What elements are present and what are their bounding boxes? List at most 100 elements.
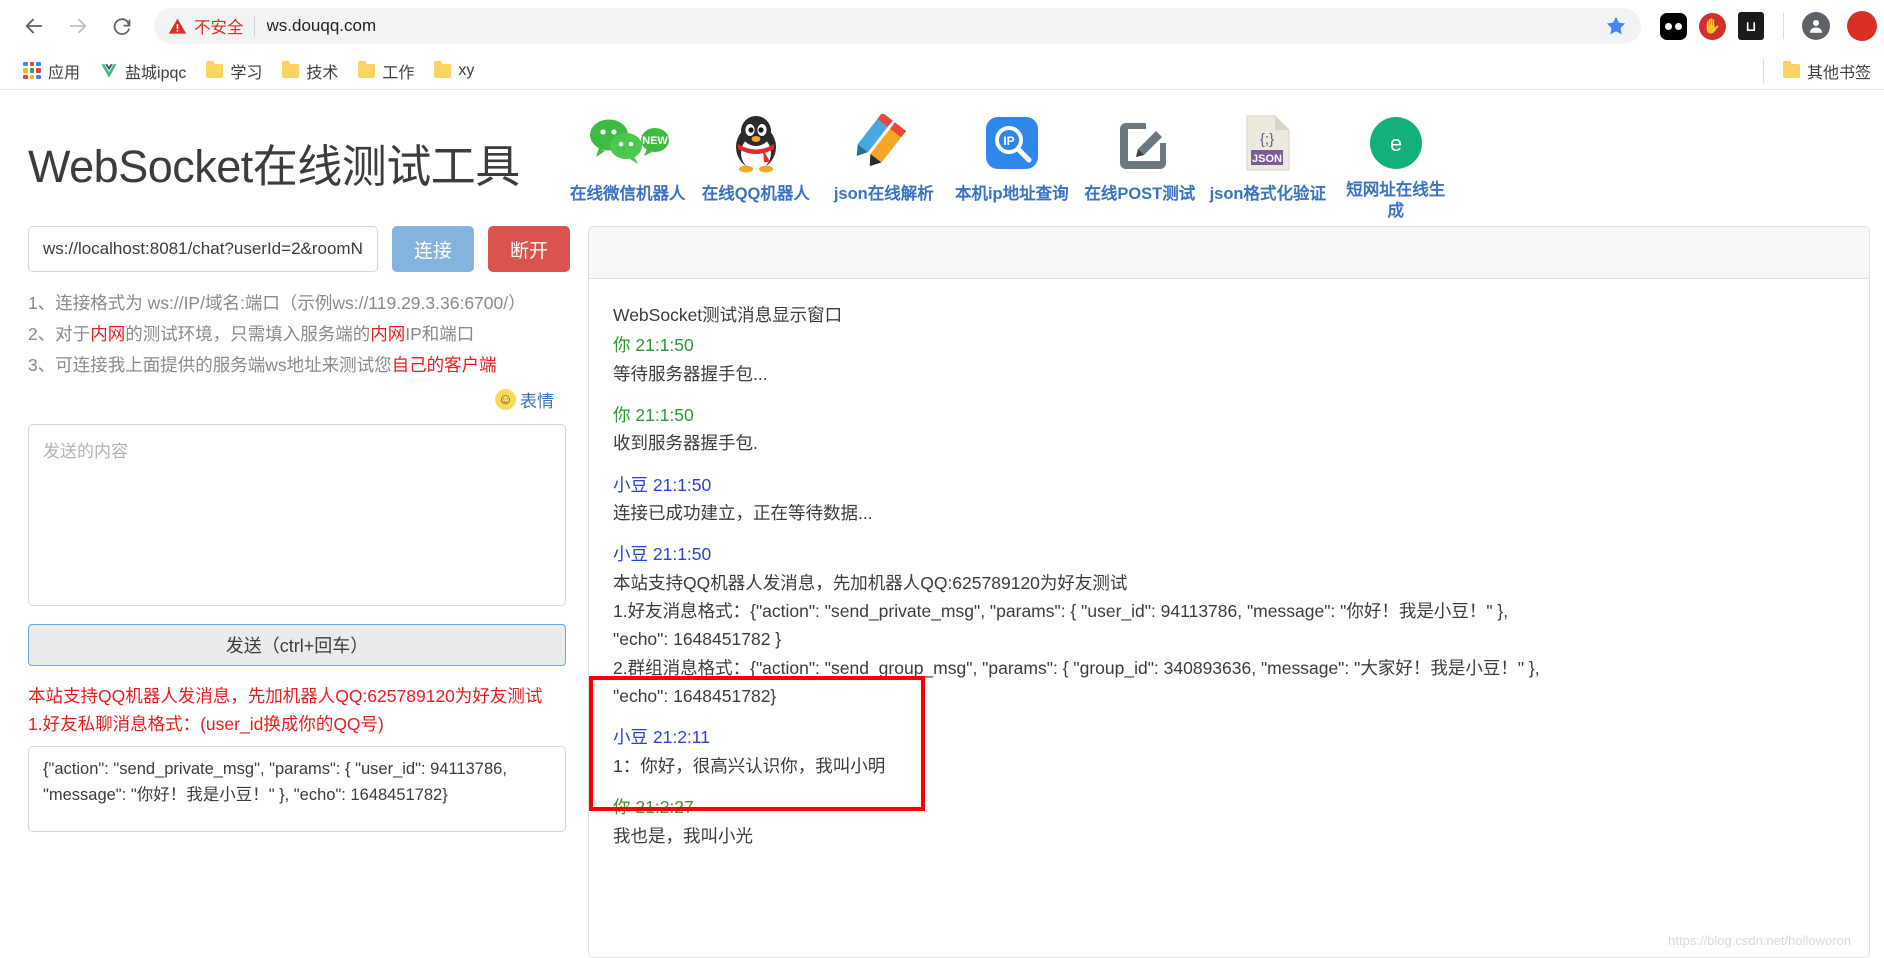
log-entry-meta: 你 21:1:50 [613,401,1845,429]
smiley-face-icon: ☺ [495,389,516,411]
header-link-short-url[interactable]: e 短网址在线生成 [1346,112,1446,221]
log-time: 21:1:50 [635,405,694,426]
header-link-list: NEW 在线微信机器人 在线QQ机器人 json在线解析 IP 本机ip地址查询… [570,108,1446,221]
bookmark-label: 学习 [230,64,263,82]
instruction-text: 可连接我上面提供的服务端ws地址来测试您 [55,355,392,376]
notice-line-1: 本站支持QQ机器人发消息，先加机器人QQ:625789120为好友测试 [28,686,543,707]
message-textarea[interactable] [28,424,566,607]
log-sender: 你 [613,335,631,356]
folder-icon [206,60,224,78]
ip-search-icon: IP [984,112,1040,174]
header-link-wechat-bot[interactable]: NEW 在线微信机器人 [570,112,686,204]
instruction-number: 3、 [28,355,56,376]
log-entry-meta: 你 21:2:27 [613,793,1845,821]
log-entry-meta: 小豆 21:2:11 [613,723,1845,751]
folder-icon [358,60,376,78]
header-link-qq-bot[interactable]: 在线QQ机器人 [702,112,810,204]
send-button[interactable]: 发送（ctrl+回车） [28,624,566,667]
bookmark-item-tech[interactable]: 技术 [273,55,347,87]
log-entry-text: 等待服务器握手包... [613,363,768,384]
notice-line-2: 1.好友私聊消息格式：(user_id换成你的QQ号) [28,714,384,735]
header-link-label: json格式化验证 [1209,185,1327,203]
log-entry: 小豆 21:2:11 1：你好，很高兴认识你，我叫小明 [613,723,1845,780]
instruction-line-2: 2、对于内网的测试环境，只需填入服务端的内网IP和端口 [28,319,570,350]
qq-penguin-icon [729,112,783,174]
log-entry-text: 本站支持QQ机器人发消息，先加机器人QQ:625789120为好友测试 [613,572,1128,593]
not-secure-warning-icon [168,17,187,36]
extension-icons: ✋ ⊔ [1658,11,1877,41]
vue-icon [101,63,117,78]
connect-button[interactable]: 连接 [391,226,474,272]
log-sender: 小豆 [613,544,648,565]
apps-grid-icon [23,61,41,80]
log-entry-meta: 小豆 21:1:50 [613,540,1845,568]
instruction-highlight: 内网 [90,324,126,345]
omnibox[interactable]: 不安全 ws.douqq.com [154,8,1641,44]
json-example-box[interactable]: {"action": "send_private_msg", "params":… [28,746,566,833]
moz-extension-icon[interactable] [1658,11,1688,41]
other-bookmarks-label: 其他书签 [1806,64,1871,82]
not-secure-label: 不安全 [194,19,244,37]
emoji-label: 表情 [520,392,554,412]
bookmark-item-study[interactable]: 学习 [197,55,271,87]
back-arrow-icon[interactable] [14,6,54,46]
bookmark-item-work[interactable]: 工作 [349,55,423,87]
adblock-extension-icon[interactable]: ✋ [1697,11,1727,41]
log-sender: 你 [613,797,631,818]
bookmark-item-ipqc[interactable]: 盐城ipqc [91,55,195,87]
bookmarks-divider [1762,58,1764,83]
browser-menu-icon[interactable] [1840,11,1877,41]
instruction-line-3: 3、可连接我上面提供的服务端ws地址来测试您自己的客户端 [28,350,570,381]
header-link-json-parse[interactable]: json在线解析 [834,112,934,204]
edit-square-icon [1112,112,1168,174]
log-entry: 你 21:2:27 我也是，我叫小光 [613,793,1845,850]
bookmark-apps[interactable]: 应用 [14,55,89,87]
svg-text:NEW: NEW [642,135,668,147]
log-sender: 小豆 [613,727,648,748]
forward-arrow-icon[interactable] [58,6,98,46]
header-link-post-test[interactable]: 在线POST测试 [1084,112,1195,204]
log-panel-header [589,227,1869,279]
bookmark-apps-label: 应用 [48,64,81,82]
profile-avatar-icon[interactable] [1801,11,1831,41]
header-link-json-validate[interactable]: {;} JSON json格式化验证 [1210,112,1326,204]
header-link-label: 在线微信机器人 [570,185,686,203]
header-link-ip-lookup[interactable]: IP 本机ip地址查询 [955,112,1069,204]
log-entry: 你 21:1:50 等待服务器握手包... [613,331,1845,388]
emoji-toggle[interactable]: ☺ 表情 [28,387,570,412]
dark-reader-extension-icon[interactable]: ⊔ [1736,11,1766,41]
log-entry-meta: 小豆 21:1:50 [613,471,1845,499]
page-header: WebSocket在线测试工具 NEW 在线微信机器人 在线QQ机器人 json… [0,90,1884,220]
log-entry-extra: "echo": 1648451782} [613,686,777,707]
log-entry-text: 收到服务器握手包. [613,433,758,454]
bookmark-label: xy [458,61,475,79]
right-panel: WebSocket测试消息显示窗口 你 21:1:50 等待服务器握手包... … [570,208,1884,958]
pencil-ruler-icon [856,112,912,174]
log-time: 21:1:50 [652,474,712,495]
header-link-label: json在线解析 [833,185,934,203]
other-bookmarks[interactable]: 其他书签 [1774,55,1880,87]
folder-icon [434,60,452,78]
instruction-highlight: 内网 [370,324,406,345]
log-sender: 小豆 [613,474,648,495]
log-messages[interactable]: WebSocket测试消息显示窗口 你 21:1:50 等待服务器握手包... … [589,279,1869,957]
log-entry-extra: 1.好友消息格式：{"action": "send_private_msg", … [613,601,1509,622]
url-text[interactable]: ws.douqq.com [267,16,1606,36]
instruction-text: IP和端口 [405,324,475,345]
ws-url-input[interactable] [28,226,378,272]
instructions-list: 1、连接格式为 ws://IP/域名:端口（示例ws://119.29.3.36… [28,288,570,381]
log-entry-text: 我也是，我叫小光 [613,825,753,846]
main-content: 连接 断开 1、连接格式为 ws://IP/域名:端口（示例ws://119.2… [0,208,1884,958]
reload-icon[interactable] [102,6,142,46]
wechat-icon: NEW [585,112,671,174]
left-panel: 连接 断开 1、连接格式为 ws://IP/域名:端口（示例ws://119.2… [0,208,570,958]
other-bookmarks-container: 其他书签 [1762,52,1884,89]
disconnect-button[interactable]: 断开 [487,226,570,272]
json-example-line-2: "message": "你好！我是小豆！" }, "echo": 1648451… [43,785,448,804]
bookmark-item-xy[interactable]: xy [425,58,483,84]
svg-text:JSON: JSON [1252,153,1282,165]
header-link-label: 在线POST测试 [1084,185,1196,203]
log-entry-text: 连接已成功建立，正在等待数据... [613,503,873,524]
bookmark-label: 工作 [382,64,415,82]
bookmark-star-icon[interactable] [1605,15,1627,37]
